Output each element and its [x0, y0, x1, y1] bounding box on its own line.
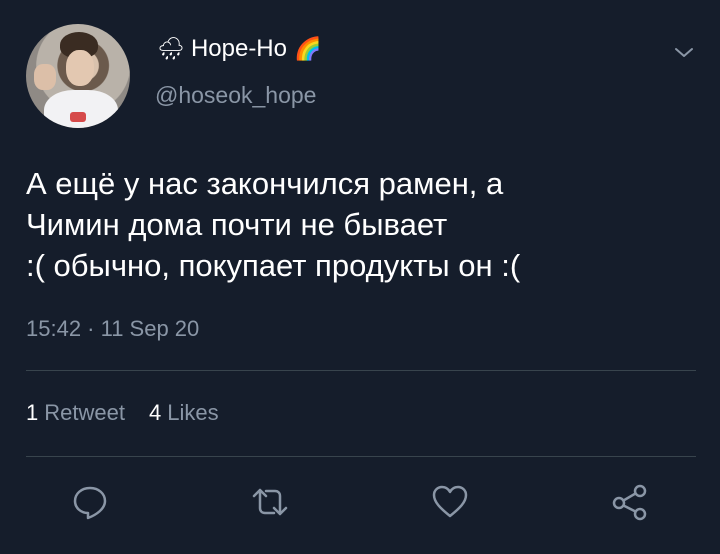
share-icon — [612, 484, 647, 521]
retweets-label: Retweet — [44, 400, 125, 425]
likes-stat[interactable]: 4 Likes — [149, 400, 219, 426]
retweet-icon — [252, 488, 288, 516]
chevron-down-icon[interactable] — [672, 40, 696, 64]
avatar-face — [66, 50, 94, 86]
retweet-button[interactable] — [250, 482, 290, 522]
like-icon — [432, 485, 468, 518]
user-name-row[interactable]: 🌧 Hope-Ho 🌈 — [157, 35, 321, 63]
weather-emoji-icon: 🌧 — [157, 36, 185, 61]
likes-label: Likes — [167, 400, 219, 425]
divider-bottom — [26, 456, 696, 457]
like-button[interactable] — [430, 482, 470, 522]
avatar-hand — [34, 64, 56, 90]
retweets-stat[interactable]: 1 Retweet — [26, 400, 125, 426]
tweet-actions — [0, 482, 720, 522]
tweet-stats: 1 Retweet 4 Likes — [26, 400, 243, 426]
tweet-line: Чимин дома почти не бывает — [26, 207, 448, 242]
avatar-shirt-print — [70, 112, 86, 122]
tweet-line: А ещё у нас закончился рамен, а — [26, 166, 504, 201]
divider-top — [26, 370, 696, 371]
reply-button[interactable] — [70, 482, 110, 522]
retweets-count: 1 — [26, 400, 39, 425]
likes-count: 4 — [148, 400, 162, 425]
avatar-shirt — [44, 90, 118, 128]
tweet-text: А ещё у нас закончился рамен, а Чимин до… — [26, 163, 686, 286]
user-handle[interactable]: @hoseok_hope — [155, 82, 316, 109]
rainbow-emoji-icon: 🌈 — [293, 36, 322, 61]
avatar[interactable] — [26, 24, 130, 128]
tweet-line: :( обычно, покупает продукты он :( — [26, 248, 521, 283]
tweet-timestamp[interactable]: 15:42 · 11 Sep 20 — [26, 316, 199, 342]
display-name[interactable]: Hope-Ho — [191, 35, 287, 63]
share-button[interactable] — [610, 482, 650, 522]
reply-icon — [73, 486, 107, 520]
